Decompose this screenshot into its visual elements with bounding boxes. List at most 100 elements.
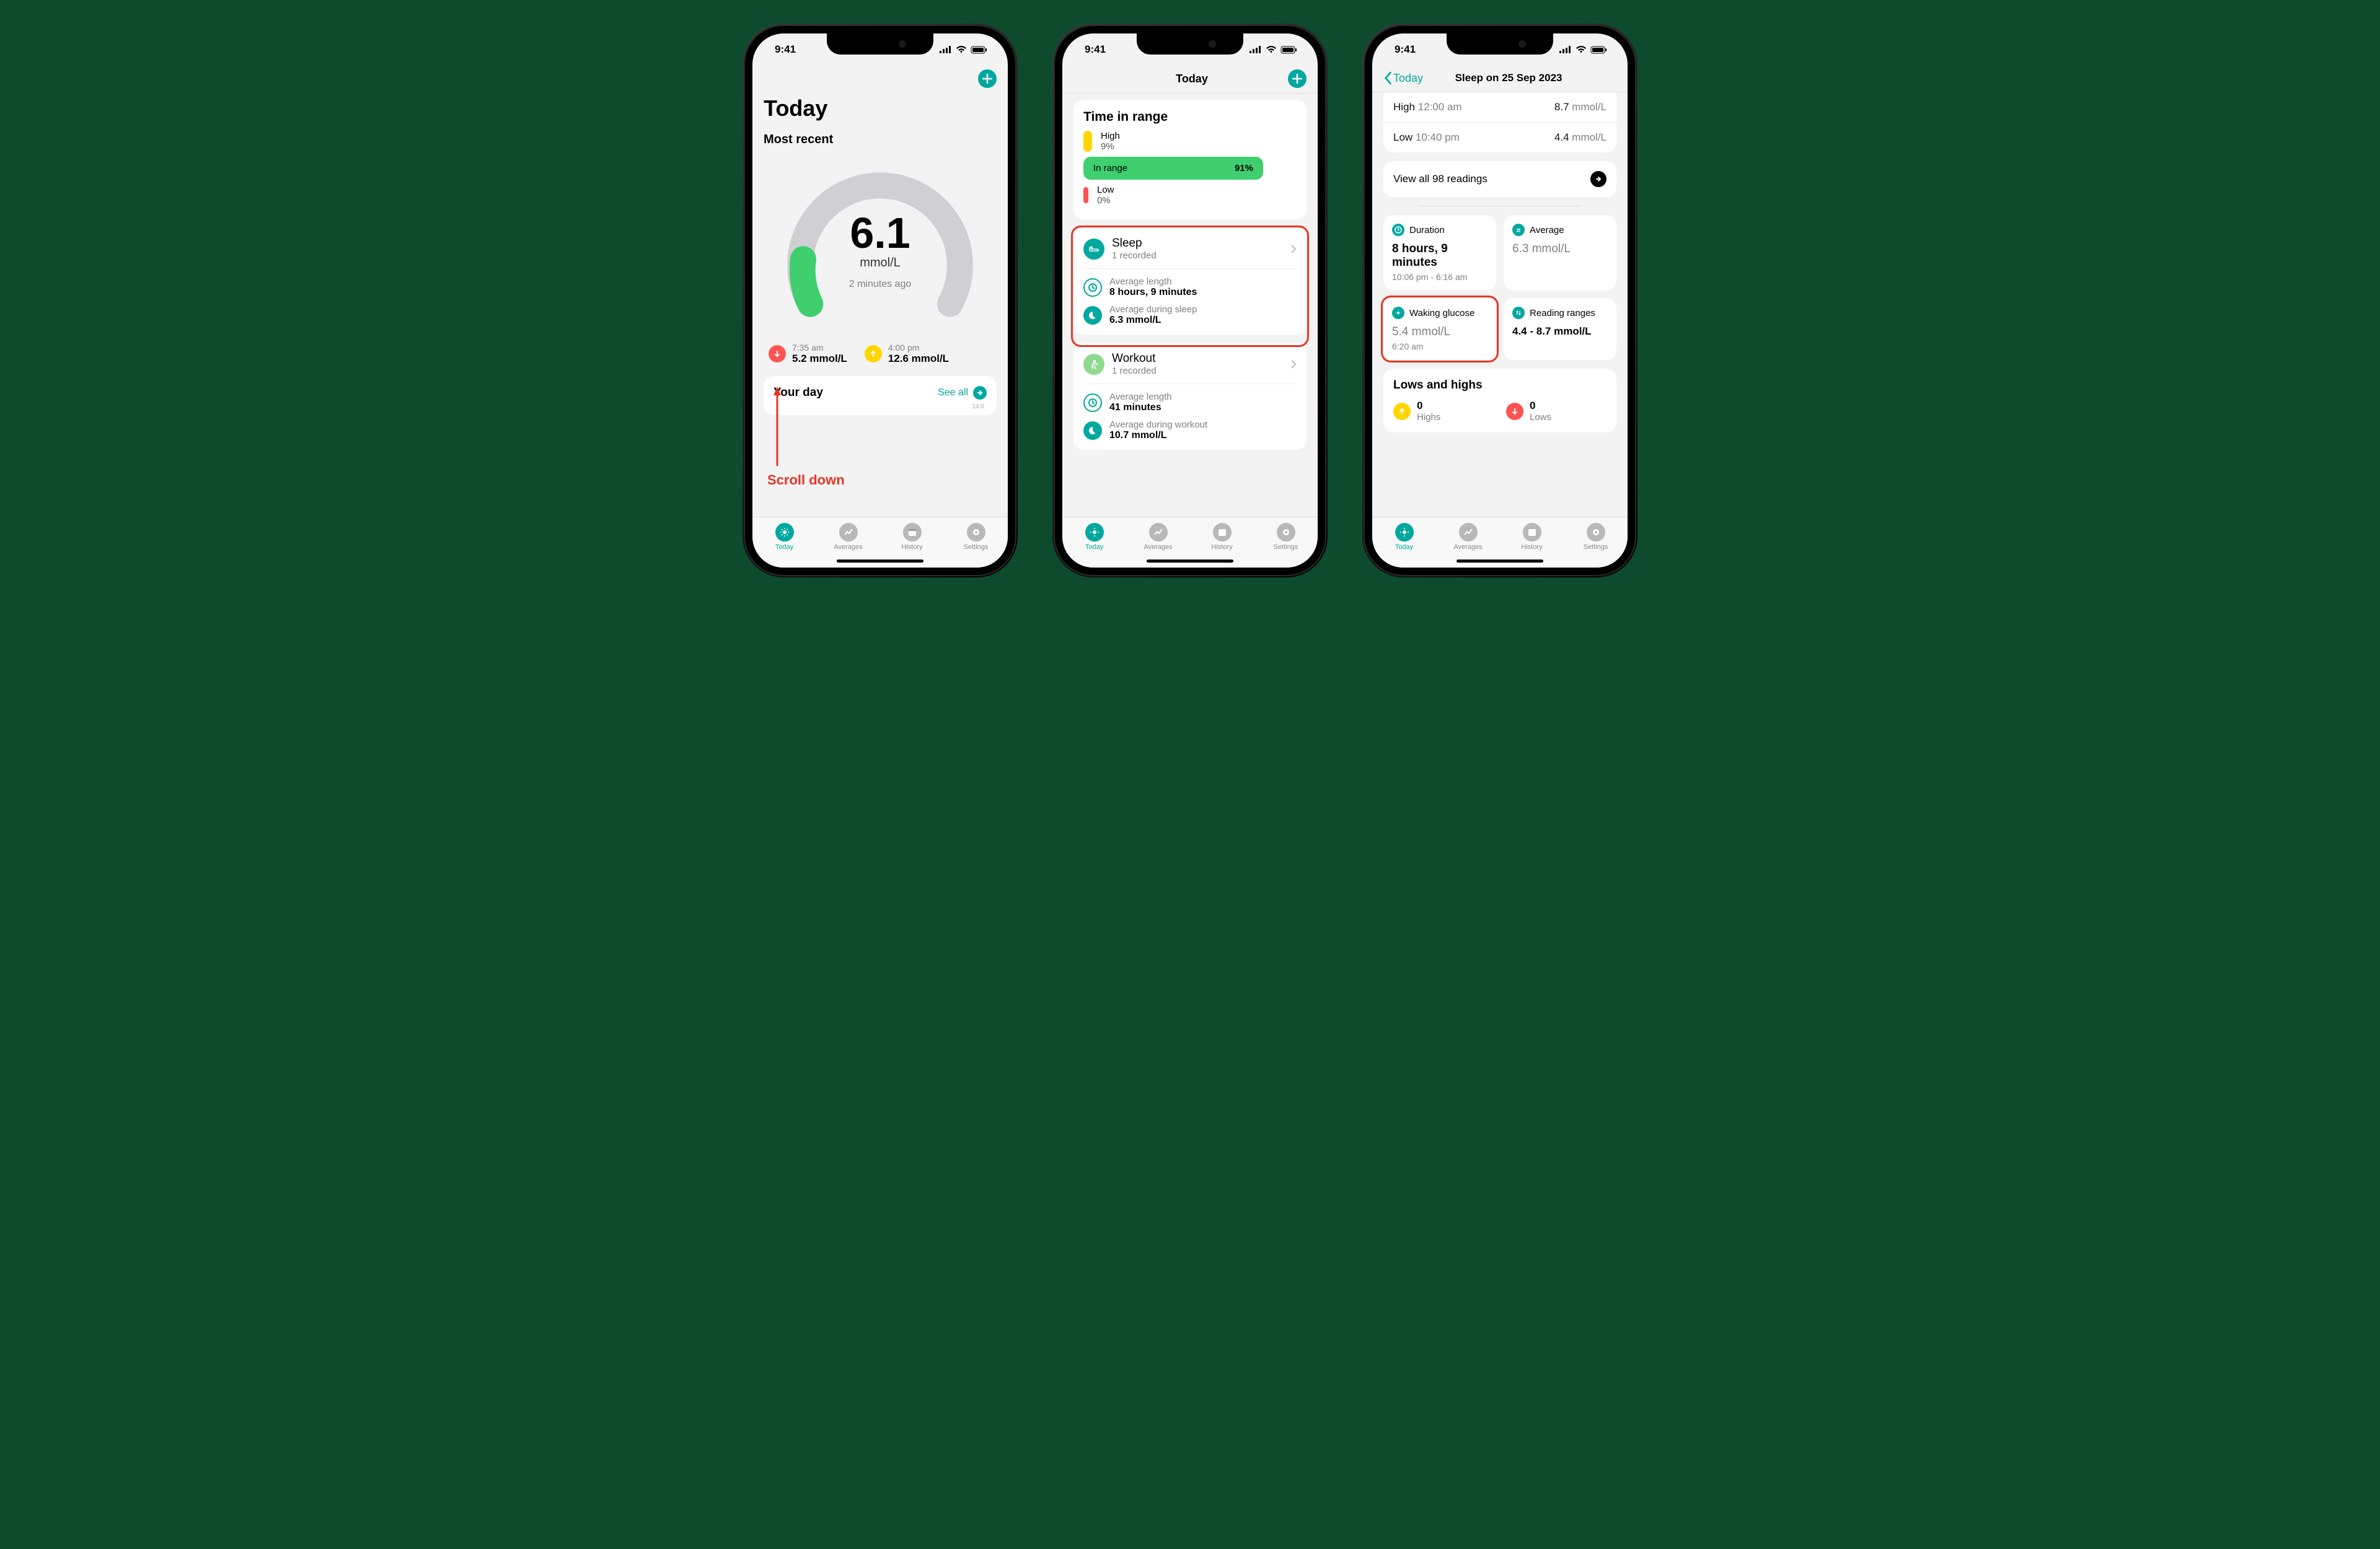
tab-today[interactable]: Today (1062, 517, 1126, 556)
arrow-down-icon (1506, 403, 1523, 420)
highs-label: Highs (1417, 412, 1440, 423)
tab-today[interactable]: Today (752, 517, 816, 556)
chart-axis-label: 14.0 (774, 403, 987, 410)
stat-waking-value: 5.4 (1392, 325, 1408, 338)
arrow-up-icon (865, 345, 882, 362)
tab-today-label: Today (1085, 543, 1103, 551)
tab-averages[interactable]: Averages (816, 517, 880, 556)
content-1[interactable]: Today Most recent 6.1 mmol/L 2 minutes a… (752, 66, 1008, 517)
signal-icon (940, 46, 952, 53)
stats-grid: Duration 8 hours, 9 minutes 10:06 pm - 6… (1383, 215, 1616, 360)
high-label: High (1393, 101, 1415, 113)
signal-icon (1250, 46, 1262, 53)
stat-duration[interactable]: Duration 8 hours, 9 minutes 10:06 pm - 6… (1383, 215, 1496, 291)
clock-icon (1083, 393, 1102, 412)
stat-waking-glucose[interactable]: Waking glucose 5.4 mmol/L 6:20 am (1383, 298, 1496, 360)
tab-averages[interactable]: Averages (1436, 517, 1500, 556)
tab-history[interactable]: History (1190, 517, 1254, 556)
tab-history[interactable]: History (1500, 517, 1564, 556)
tab-history-label: History (1521, 543, 1542, 551)
page-title: Today (764, 95, 997, 121)
home-indicator[interactable] (837, 559, 923, 563)
notch (1137, 33, 1243, 55)
add-button[interactable] (978, 69, 997, 88)
tab-averages-label: Averages (1144, 543, 1172, 551)
tab-settings[interactable]: Settings (1254, 517, 1318, 556)
tab-today[interactable]: Today (1372, 517, 1436, 556)
section-most-recent: Most recent (764, 133, 997, 147)
tab-settings[interactable]: Settings (944, 517, 1008, 556)
sleep-avg-during-value: 6.3 mmol/L (1109, 315, 1197, 326)
tir-low-row: Low0% (1083, 185, 1297, 206)
see-all-label: See all (938, 387, 968, 398)
calendar-icon (1213, 523, 1232, 542)
tab-settings[interactable]: Settings (1564, 517, 1628, 556)
range-icon (1512, 307, 1525, 319)
tab-averages[interactable]: Averages (1126, 517, 1190, 556)
sunrise-icon (1392, 307, 1404, 319)
calendar-icon (1523, 523, 1541, 542)
add-button[interactable] (1288, 69, 1307, 88)
annotation-arrow-up (771, 387, 783, 467)
stat-duration-label: Duration (1409, 225, 1445, 235)
tir-high-row: High9% (1083, 131, 1297, 152)
workout-title: Workout (1112, 352, 1283, 366)
stat-ranges[interactable]: Reading ranges 4.4 - 8.7 mmol/L (1504, 298, 1616, 360)
tir-inrange-row: In range 91% (1083, 157, 1263, 180)
content-2[interactable]: Today Time in range High9% In range 91% … (1062, 66, 1318, 517)
sleep-card[interactable]: Sleep1 recorded Average length8 hours, 9… (1073, 228, 1307, 335)
tab-history[interactable]: History (880, 517, 944, 556)
tir-in-pct: 91% (1235, 163, 1253, 173)
home-indicator[interactable] (1147, 559, 1233, 563)
tir-title: Time in range (1083, 110, 1297, 125)
workout-avg-len-label: Average length (1109, 392, 1172, 402)
tir-in-label: In range (1093, 163, 1127, 173)
your-day-card[interactable]: Your day See all 14.0 (764, 376, 997, 415)
clock-icon (1392, 224, 1404, 236)
stat-average[interactable]: Average 6.3 mmol/L (1504, 215, 1616, 291)
sleep-sub: 1 recorded (1112, 250, 1283, 261)
sleep-avg-during: Average during sleep6.3 mmol/L (1083, 301, 1297, 326)
lows-highs-card[interactable]: Lows and highs 0Highs 0Lows (1383, 369, 1616, 432)
status-time: 9:41 (1085, 43, 1106, 56)
high-row[interactable]: High 12:00 am 8.7 mmol/L (1383, 92, 1616, 123)
high-reading[interactable]: 4:00 pm12.6 mmol/L (865, 343, 949, 365)
arrow-down-icon (769, 345, 786, 362)
gear-icon (1277, 523, 1295, 542)
low-value: 5.2 mmol/L (792, 353, 847, 365)
notch (827, 33, 933, 55)
sleep-avg-length: Average length8 hours, 9 minutes (1083, 268, 1297, 298)
content-3[interactable]: Today Sleep on 25 Sep 2023 High 12:00 am… (1372, 66, 1628, 517)
view-all-readings-button[interactable]: View all 98 readings (1383, 161, 1616, 197)
tir-high-label: High (1101, 131, 1120, 141)
screen-1: 9:41 Today Most recent 6.1 mmol/L 2 minu… (752, 33, 1008, 568)
phone-frame-3: 9:41 Today Sleep on 25 Sep 2023 High 12:… (1364, 25, 1636, 576)
stat-average-value: 6.3 (1512, 242, 1528, 255)
glucose-gauge: 6.1 mmol/L 2 minutes ago (775, 154, 985, 334)
lows-highs-title: Lows and highs (1393, 379, 1606, 392)
time-in-range-card[interactable]: Time in range High9% In range 91% Low0% (1073, 100, 1307, 219)
tab-today-label: Today (775, 543, 793, 551)
tir-low-pct: 0% (1097, 195, 1114, 206)
gauge-value: 6.1 (850, 211, 910, 255)
stat-ranges-value: 4.4 - 8.7 mmol/L (1512, 325, 1608, 338)
back-button[interactable]: Today (1383, 71, 1423, 85)
low-reading[interactable]: 7:35 am5.2 mmol/L (769, 343, 847, 365)
battery-icon (971, 46, 988, 54)
walk-icon (1083, 354, 1104, 375)
see-all-button[interactable]: See all (938, 386, 987, 400)
bed-icon (1083, 239, 1104, 260)
high-value: 8.7 (1554, 101, 1569, 113)
lows-count: 0 (1530, 400, 1551, 412)
workout-card[interactable]: Workout1 recorded Average length41 minut… (1073, 343, 1307, 450)
chart-line-icon (1149, 523, 1168, 542)
tir-high-pill (1083, 131, 1092, 152)
low-row[interactable]: Low 10:40 pm 4.4 mmol/L (1383, 123, 1616, 152)
tir-low-label: Low (1097, 185, 1114, 195)
high-time: 4:00 pm (888, 343, 949, 353)
sleep-title: Sleep (1112, 237, 1283, 250)
workout-avg-during: Average during workout10.7 mmol/L (1083, 416, 1297, 441)
home-indicator[interactable] (1457, 559, 1543, 563)
workout-avg-during-label: Average during workout (1109, 419, 1207, 430)
status-time: 9:41 (1395, 43, 1416, 56)
